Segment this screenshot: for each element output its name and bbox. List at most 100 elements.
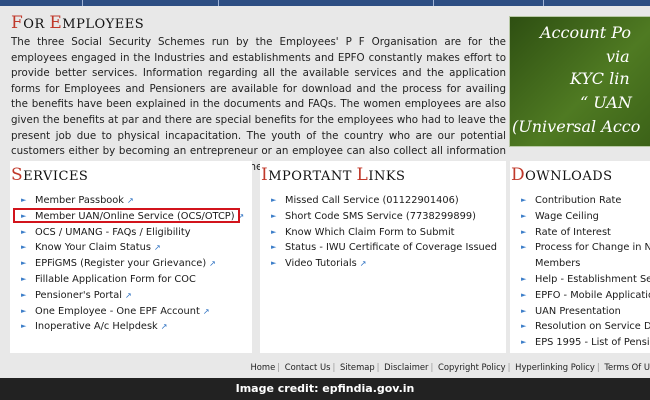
important-links-list: ► Missed Call Service (01122901406) ► Shor… [260, 193, 506, 272]
list-item[interactable]: ► Member Passbook ↗ [10, 193, 252, 209]
download-link[interactable]: Contribution Rate [535, 195, 621, 206]
services-heading: SERVICES [11, 165, 89, 185]
important-links-heading: IMPORTANT LINKS [261, 165, 406, 185]
list-item[interactable]: ► OCS / UMANG - FAQs / Eligibility [10, 225, 252, 241]
download-link[interactable]: Resolution on Service Del [535, 321, 650, 332]
list-item[interactable]: ► Contribution Rate [510, 193, 650, 209]
footer-link-disclaimer[interactable]: Disclaimer [384, 362, 428, 372]
account-portability-banner[interactable]: Account Po via KYC lin “ UAN (Universal … [509, 16, 650, 147]
download-link[interactable]: Wage Ceiling [535, 211, 599, 222]
arrow-icon: ► [521, 338, 527, 347]
footer-links: Home | Contact Us | Sitemap | Disclaimer | C… [250, 362, 650, 372]
banner-line: via [606, 47, 630, 66]
arrow-icon: ► [271, 227, 277, 236]
footer-link-contact[interactable]: Contact Us [285, 362, 331, 372]
important-link[interactable]: Know Which Claim Form to Submit [285, 227, 455, 238]
list-item[interactable]: ► EPFiGMS (Register your Grievance) ↗ [10, 256, 252, 272]
important-links-section: IMPORTANT LINKS ► Missed Call Service (01… [260, 161, 506, 353]
external-link-icon: ↗ [153, 243, 161, 253]
arrow-icon: ► [521, 196, 527, 204]
arrow-icon: ► [21, 322, 27, 331]
list-item[interactable]: ► Inoperative A/c Helpdesk ↗ [10, 319, 252, 335]
list-item[interactable]: ► Process for Change in Na [510, 240, 650, 256]
important-link[interactable]: Short Code SMS Service (7738299899) [285, 211, 476, 222]
arrow-icon: ► [271, 196, 277, 204]
footer-link-copyright[interactable]: Copyright Policy [438, 362, 506, 372]
arrow-icon: ► [521, 274, 527, 283]
banner-line: Account Po [540, 23, 631, 42]
arrow-icon: ► [521, 306, 527, 315]
arrow-icon: ► [21, 227, 27, 236]
download-link[interactable]: UAN Presentation [535, 306, 621, 317]
service-link[interactable]: Inoperative A/c Helpdesk [35, 321, 158, 332]
service-link[interactable]: EPFiGMS (Register your Grievance) [35, 258, 206, 269]
list-item[interactable]: ► UAN Presentation [510, 304, 650, 320]
image-credit: Image credit: epfindia.gov.in [0, 378, 650, 400]
external-link-icon: ↗ [202, 306, 210, 316]
important-link[interactable]: Video Tutorials [285, 258, 357, 269]
footer-link-home[interactable]: Home [251, 362, 276, 372]
arrow-icon: ► [21, 196, 27, 204]
list-item[interactable]: ► One Employee - One EPF Account ↗ [10, 304, 252, 320]
download-link[interactable]: Process for Change in Na [535, 242, 650, 253]
downloads-list: ► Contribution Rate ► Wage Ceiling ► Rate o… [510, 193, 650, 351]
downloads-section: DOWNLOADS ► Contribution Rate ► Wage Ceili… [510, 161, 650, 353]
service-link[interactable]: Pensioner's Portal [35, 290, 122, 301]
arrow-icon: ► [21, 290, 27, 299]
list-item[interactable]: ► Fillable Application Form for COC [10, 272, 252, 288]
list-item[interactable]: ► Pensioner's Portal ↗ [10, 288, 252, 304]
list-item[interactable]: ► Rate of Interest [510, 225, 650, 241]
download-link-continued[interactable]: Members [535, 258, 580, 269]
service-link[interactable]: OCS / UMANG - FAQs / Eligibility [35, 227, 191, 238]
external-link-icon: ↗ [124, 290, 132, 300]
page-title: FOR EMPLOYEES [11, 13, 145, 33]
banner-line: KYC lin [570, 69, 630, 88]
service-link[interactable]: Know Your Claim Status [35, 242, 151, 253]
arrow-icon: ► [271, 259, 277, 268]
banner-line: “ UAN [580, 93, 632, 112]
arrow-icon: ► [271, 211, 277, 220]
intro-paragraph: The three Social Security Schemes run by… [11, 36, 506, 173]
list-item[interactable]: ► Help - Establishment Sear [510, 272, 650, 288]
arrow-icon: ► [521, 243, 527, 252]
arrow-icon: ► [21, 259, 27, 268]
download-link[interactable]: Help - Establishment Sear [535, 274, 650, 285]
arrow-icon: ► [521, 211, 527, 220]
external-link-icon: ↗ [359, 259, 367, 269]
external-link-icon: ↗ [160, 322, 168, 332]
banner-line: (Universal Acco [512, 117, 641, 136]
external-link-icon: ↗ [209, 259, 216, 269]
important-link[interactable]: Status - IWU Certificate of Coverage Iss… [285, 242, 497, 253]
list-item[interactable]: ► Video Tutorials ↗ [260, 256, 506, 272]
arrow-icon: ► [21, 274, 27, 283]
footer-link-terms[interactable]: Terms Of U [604, 362, 650, 372]
list-item[interactable]: Members [510, 256, 650, 272]
download-link[interactable]: EPFO - Mobile Applicatio [535, 290, 650, 301]
service-link[interactable]: Fillable Application Form for COC [35, 274, 196, 285]
arrow-icon: ► [521, 322, 527, 331]
list-item[interactable]: ► EPS 1995 - List of Pensio [510, 335, 650, 351]
service-link[interactable]: One Employee - One EPF Account [35, 306, 200, 317]
list-item[interactable]: ► Short Code SMS Service (7738299899) [260, 209, 506, 225]
services-section: SERVICES ► Member Passbook ↗ ► Member UAN/O… [10, 161, 252, 353]
list-item[interactable]: ► Resolution on Service Del [510, 319, 650, 335]
list-item[interactable]: ► Missed Call Service (01122901406) [260, 193, 506, 209]
list-item[interactable]: ► Know Which Claim Form to Submit [260, 225, 506, 241]
arrow-icon: ► [521, 290, 527, 299]
list-item[interactable]: ► Wage Ceiling [510, 209, 650, 225]
important-link[interactable]: Missed Call Service (01122901406) [285, 195, 459, 206]
list-item[interactable]: ► EPFO - Mobile Applicatio [510, 288, 650, 304]
footer-link-hyperlinking[interactable]: Hyperlinking Policy [515, 362, 595, 372]
highlight-box [13, 208, 240, 223]
external-link-icon: ↗ [126, 196, 134, 205]
list-item[interactable]: ► Know Your Claim Status ↗ [10, 240, 252, 256]
download-link[interactable]: EPS 1995 - List of Pensio [535, 337, 650, 348]
arrow-icon: ► [21, 243, 27, 252]
downloads-heading: DOWNLOADS [511, 165, 613, 185]
arrow-icon: ► [21, 306, 27, 315]
service-link[interactable]: Member Passbook [35, 195, 124, 206]
footer-link-sitemap[interactable]: Sitemap [340, 362, 375, 372]
download-link[interactable]: Rate of Interest [535, 227, 611, 238]
arrow-icon: ► [271, 243, 277, 252]
list-item[interactable]: ► Status - IWU Certificate of Coverage Is… [260, 240, 506, 256]
